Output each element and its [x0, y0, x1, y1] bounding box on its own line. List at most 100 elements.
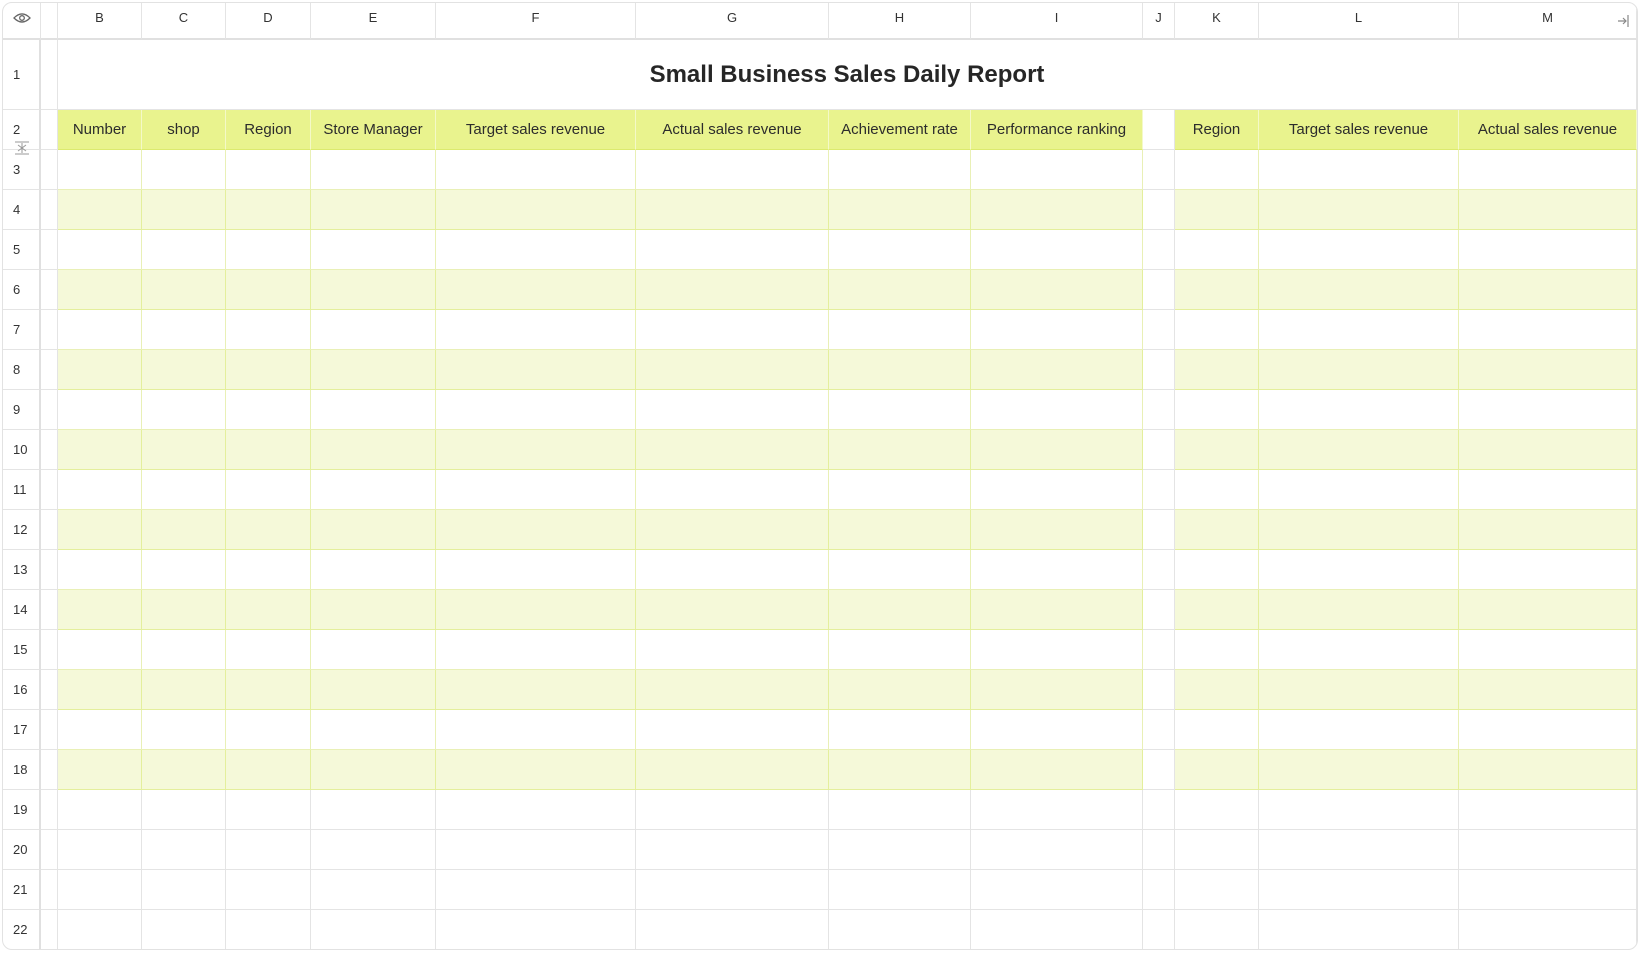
- cell-n21[interactable]: [1637, 870, 1638, 910]
- summary-table-cell[interactable]: [1175, 470, 1259, 510]
- column-header-g[interactable]: G: [636, 3, 829, 40]
- row-header-8[interactable]: 8: [3, 350, 41, 390]
- header-cell-shop[interactable]: shop: [142, 110, 226, 150]
- cell-a6[interactable]: [41, 270, 58, 310]
- table-cell[interactable]: [436, 150, 636, 190]
- table-cell[interactable]: [829, 470, 971, 510]
- table-cell[interactable]: [58, 910, 142, 949]
- table-cell[interactable]: [142, 270, 226, 310]
- cell-j8[interactable]: [1143, 350, 1175, 390]
- summary-table-cell[interactable]: [1259, 630, 1459, 670]
- table-cell[interactable]: [311, 510, 436, 550]
- table-cell[interactable]: [436, 230, 636, 270]
- column-header-e[interactable]: E: [311, 3, 436, 40]
- table-cell[interactable]: [636, 830, 829, 870]
- summary-table-cell[interactable]: [1259, 230, 1459, 270]
- cell-a15[interactable]: [41, 630, 58, 670]
- table-cell[interactable]: [436, 750, 636, 790]
- cell-n18[interactable]: [1637, 750, 1638, 790]
- summary-table-cell[interactable]: [1259, 670, 1459, 710]
- cell-j20[interactable]: [1143, 830, 1175, 870]
- summary-table-cell[interactable]: [1175, 870, 1259, 910]
- cell-n17[interactable]: [1637, 710, 1638, 750]
- summary-table-cell[interactable]: [1175, 790, 1259, 830]
- table-cell[interactable]: [636, 590, 829, 630]
- cell-j4[interactable]: [1143, 190, 1175, 230]
- table-cell[interactable]: [436, 310, 636, 350]
- header-cell-store-manager[interactable]: Store Manager: [311, 110, 436, 150]
- summary-table-cell[interactable]: [1175, 270, 1259, 310]
- table-cell[interactable]: [971, 270, 1143, 310]
- table-cell[interactable]: [971, 190, 1143, 230]
- table-cell[interactable]: [226, 510, 311, 550]
- table-cell[interactable]: [58, 150, 142, 190]
- cell-j5[interactable]: [1143, 230, 1175, 270]
- table-cell[interactable]: [226, 150, 311, 190]
- table-cell[interactable]: [436, 670, 636, 710]
- summary-table-cell[interactable]: [1259, 830, 1459, 870]
- cell-a7[interactable]: [41, 310, 58, 350]
- summary-table-cell[interactable]: [1175, 550, 1259, 590]
- table-cell[interactable]: [311, 310, 436, 350]
- table-cell[interactable]: [829, 830, 971, 870]
- summary-table-cell[interactable]: [1459, 310, 1637, 350]
- summary-table-cell[interactable]: [1459, 470, 1637, 510]
- table-cell[interactable]: [142, 710, 226, 750]
- table-cell[interactable]: [636, 150, 829, 190]
- table-cell[interactable]: [58, 230, 142, 270]
- cell-j12[interactable]: [1143, 510, 1175, 550]
- table-cell[interactable]: [58, 630, 142, 670]
- summary-table-cell[interactable]: [1259, 310, 1459, 350]
- cell-n9[interactable]: [1637, 390, 1638, 430]
- table-cell[interactable]: [226, 550, 311, 590]
- table-cell[interactable]: [636, 230, 829, 270]
- cell-j18[interactable]: [1143, 750, 1175, 790]
- row-header-1[interactable]: 1: [3, 40, 41, 110]
- summary-table-cell[interactable]: [1175, 830, 1259, 870]
- table-cell[interactable]: [971, 750, 1143, 790]
- summary-table-cell[interactable]: [1259, 430, 1459, 470]
- table-cell[interactable]: [311, 790, 436, 830]
- header-cell-performance-ranking[interactable]: Performance ranking: [971, 110, 1143, 150]
- column-header-n[interactable]: [1637, 3, 1638, 40]
- table-cell[interactable]: [636, 790, 829, 830]
- cell-n8[interactable]: [1637, 350, 1638, 390]
- table-cell[interactable]: [636, 670, 829, 710]
- summary-table-cell[interactable]: [1259, 390, 1459, 430]
- table-cell[interactable]: [142, 750, 226, 790]
- table-cell[interactable]: [829, 510, 971, 550]
- table-cell[interactable]: [971, 550, 1143, 590]
- cell-a16[interactable]: [41, 670, 58, 710]
- table-cell[interactable]: [58, 350, 142, 390]
- table-cell[interactable]: [636, 350, 829, 390]
- table-cell[interactable]: [311, 750, 436, 790]
- cell-n16[interactable]: [1637, 670, 1638, 710]
- summary-table-cell[interactable]: [1259, 870, 1459, 910]
- table-cell[interactable]: [436, 470, 636, 510]
- table-cell[interactable]: [436, 830, 636, 870]
- table-cell[interactable]: [142, 150, 226, 190]
- summary-table-cell[interactable]: [1459, 550, 1637, 590]
- cell-j21[interactable]: [1143, 870, 1175, 910]
- cell-a2[interactable]: [41, 110, 58, 150]
- cell-j14[interactable]: [1143, 590, 1175, 630]
- cell-a4[interactable]: [41, 190, 58, 230]
- table-cell[interactable]: [436, 390, 636, 430]
- table-cell[interactable]: [142, 470, 226, 510]
- expand-arrow-icon[interactable]: [1615, 13, 1631, 29]
- summary-table-cell[interactable]: [1175, 430, 1259, 470]
- summary-table-cell[interactable]: [1459, 390, 1637, 430]
- table-cell[interactable]: [971, 830, 1143, 870]
- table-cell[interactable]: [58, 710, 142, 750]
- summary-table-cell[interactable]: [1175, 150, 1259, 190]
- table-cell[interactable]: [971, 510, 1143, 550]
- summary-header-target-sales-revenue[interactable]: Target sales revenue: [1259, 110, 1459, 150]
- eye-icon[interactable]: [12, 12, 31, 24]
- table-cell[interactable]: [436, 550, 636, 590]
- cell-a12[interactable]: [41, 510, 58, 550]
- table-cell[interactable]: [636, 310, 829, 350]
- row-header-7[interactable]: 7: [3, 310, 41, 350]
- summary-table-cell[interactable]: [1175, 230, 1259, 270]
- table-cell[interactable]: [971, 350, 1143, 390]
- table-cell[interactable]: [971, 470, 1143, 510]
